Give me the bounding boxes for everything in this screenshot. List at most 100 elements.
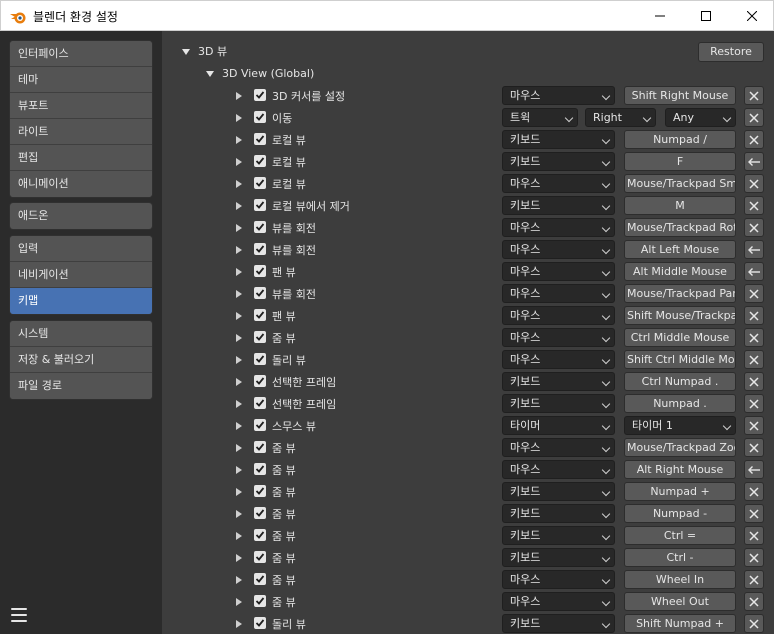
map-type-dropdown[interactable]: 마우스 <box>502 86 615 105</box>
section-3d-view[interactable]: 3D 뷰 <box>182 43 227 59</box>
map-type-dropdown[interactable]: 마우스 <box>502 438 615 457</box>
key-binding-button[interactable]: Mouse/Trackpad Sm... <box>624 174 736 193</box>
expand-right-icon[interactable] <box>236 268 242 276</box>
expand-right-icon[interactable] <box>236 620 242 628</box>
keymap-item-checkbox[interactable] <box>254 353 266 365</box>
sidebar-item-themes[interactable]: 테마 <box>10 67 152 93</box>
key-binding-button[interactable]: Ctrl Numpad . <box>624 372 736 391</box>
map-type-dropdown[interactable]: 마우스 <box>502 306 615 325</box>
sidebar-item-save-load[interactable]: 저장 & 불러오기 <box>10 347 152 373</box>
map-type-dropdown[interactable]: 키보드 <box>502 548 615 567</box>
keymap-item-checkbox[interactable] <box>254 331 266 343</box>
key-binding-button[interactable]: Shift Numpad + <box>624 614 736 633</box>
key-binding-button[interactable]: Numpad - <box>624 504 736 523</box>
key-binding-button[interactable]: Numpad + <box>624 482 736 501</box>
expand-right-icon[interactable] <box>236 334 242 342</box>
expand-right-icon[interactable] <box>236 92 242 100</box>
map-type-dropdown[interactable]: 키보드 <box>502 394 615 413</box>
keymap-item-checkbox[interactable] <box>254 441 266 453</box>
expand-right-icon[interactable] <box>236 444 242 452</box>
expand-right-icon[interactable] <box>236 312 242 320</box>
remove-item-button[interactable] <box>744 372 764 391</box>
keymap-item-checkbox[interactable] <box>254 485 266 497</box>
sidebar-item-interface[interactable]: 인터페이스 <box>10 41 152 67</box>
map-type-dropdown[interactable]: 마우스 <box>502 328 615 347</box>
key-binding-button[interactable]: Shift Ctrl Middle Mo... <box>624 350 736 369</box>
subsection-3d-view-global[interactable]: 3D View (Global) <box>206 67 314 80</box>
expand-right-icon[interactable] <box>236 158 242 166</box>
key-binding-button[interactable]: Wheel In <box>624 570 736 589</box>
key-binding-button[interactable]: Alt Left Mouse <box>624 240 736 259</box>
key-binding-button[interactable]: Mouse/Trackpad Rot... <box>624 218 736 237</box>
hamburger-menu-icon[interactable] <box>11 608 27 622</box>
key-binding-button[interactable]: Mouse/Trackpad Zoo... <box>624 438 736 457</box>
sidebar-item-system[interactable]: 시스템 <box>10 321 152 347</box>
expand-right-icon[interactable] <box>236 532 242 540</box>
expand-right-icon[interactable] <box>236 554 242 562</box>
remove-item-button[interactable] <box>744 570 764 589</box>
expand-right-icon[interactable] <box>236 136 242 144</box>
expand-right-icon[interactable] <box>236 576 242 584</box>
key-binding-button[interactable]: Numpad . <box>624 394 736 413</box>
remove-item-button[interactable] <box>744 306 764 325</box>
keymap-item-checkbox[interactable] <box>254 375 266 387</box>
tweak-direction-dropdown[interactable]: Right <box>585 108 656 127</box>
sidebar-item-file-paths[interactable]: 파일 경로 <box>10 373 152 399</box>
sidebar-item-editing[interactable]: 편집 <box>10 145 152 171</box>
expand-right-icon[interactable] <box>236 598 242 606</box>
key-binding-button[interactable]: Numpad / <box>624 130 736 149</box>
remove-item-button[interactable] <box>744 284 764 303</box>
sidebar-item-addons[interactable]: 애드온 <box>10 203 152 229</box>
restore-item-button[interactable] <box>744 240 764 259</box>
map-type-dropdown[interactable]: 마우스 <box>502 240 615 259</box>
expand-right-icon[interactable] <box>236 488 242 496</box>
key-binding-button[interactable]: Ctrl = <box>624 526 736 545</box>
keymap-item-checkbox[interactable] <box>254 287 266 299</box>
minimize-button[interactable] <box>637 1 683 31</box>
key-binding-button[interactable]: F <box>624 152 736 171</box>
key-binding-button[interactable]: Alt Middle Mouse <box>624 262 736 281</box>
maximize-button[interactable] <box>683 1 729 31</box>
map-type-dropdown[interactable]: 트윅 <box>502 108 578 127</box>
remove-item-button[interactable] <box>744 108 764 127</box>
expand-right-icon[interactable] <box>236 180 242 188</box>
remove-item-button[interactable] <box>744 548 764 567</box>
keymap-item-checkbox[interactable] <box>254 265 266 277</box>
keymap-item-checkbox[interactable] <box>254 89 266 101</box>
remove-item-button[interactable] <box>744 592 764 611</box>
keymap-item-checkbox[interactable] <box>254 551 266 563</box>
key-binding-button[interactable]: Mouse/Trackpad Pan <box>624 284 736 303</box>
keymap-item-checkbox[interactable] <box>254 463 266 475</box>
restore-item-button[interactable] <box>744 460 764 479</box>
restore-item-button[interactable] <box>744 152 764 171</box>
expand-right-icon[interactable] <box>236 422 242 430</box>
remove-item-button[interactable] <box>744 86 764 105</box>
remove-item-button[interactable] <box>744 614 764 633</box>
remove-item-button[interactable] <box>744 482 764 501</box>
keymap-item-checkbox[interactable] <box>254 309 266 321</box>
map-type-dropdown[interactable]: 키보드 <box>502 152 615 171</box>
remove-item-button[interactable] <box>744 394 764 413</box>
keymap-item-checkbox[interactable] <box>254 199 266 211</box>
map-type-dropdown[interactable]: 마우스 <box>502 570 615 589</box>
timer-dropdown[interactable]: 타이머 1 <box>624 416 736 435</box>
restore-button[interactable]: Restore <box>698 42 764 62</box>
key-binding-button[interactable]: Ctrl Middle Mouse <box>624 328 736 347</box>
map-type-dropdown[interactable]: 타이머 <box>502 416 615 435</box>
map-type-dropdown[interactable]: 키보드 <box>502 482 615 501</box>
map-type-dropdown[interactable]: 마우스 <box>502 262 615 281</box>
key-binding-button[interactable]: Wheel Out <box>624 592 736 611</box>
expand-right-icon[interactable] <box>236 400 242 408</box>
remove-item-button[interactable] <box>744 328 764 347</box>
expand-right-icon[interactable] <box>236 114 242 122</box>
remove-item-button[interactable] <box>744 130 764 149</box>
tweak-any-dropdown[interactable]: Any <box>665 108 736 127</box>
remove-item-button[interactable] <box>744 438 764 457</box>
expand-right-icon[interactable] <box>236 224 242 232</box>
keymap-item-checkbox[interactable] <box>254 243 266 255</box>
restore-item-button[interactable] <box>744 262 764 281</box>
map-type-dropdown[interactable]: 키보드 <box>502 526 615 545</box>
keymap-item-checkbox[interactable] <box>254 221 266 233</box>
key-binding-button[interactable]: Ctrl - <box>624 548 736 567</box>
map-type-dropdown[interactable]: 마우스 <box>502 592 615 611</box>
